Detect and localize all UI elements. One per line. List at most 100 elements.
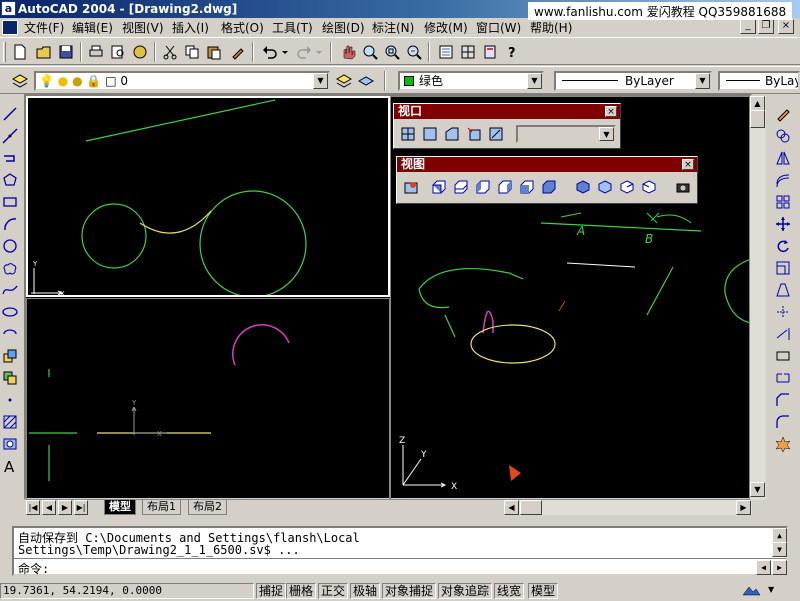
- undo-dropdown-icon[interactable]: [280, 42, 290, 62]
- restore-button[interactable]: ❐: [758, 19, 774, 34]
- arc-icon[interactable]: [0, 214, 20, 234]
- layer-combo[interactable]: 💡 ● ● 🔒 □ 0 ▼: [34, 71, 330, 91]
- scale-icon[interactable]: [773, 258, 793, 278]
- last-tab-icon[interactable]: ▶|: [74, 500, 88, 515]
- otrack-toggle[interactable]: 对象追踪: [438, 583, 493, 599]
- menu-view[interactable]: 视图(V): [122, 19, 164, 36]
- extend-icon[interactable]: [773, 324, 793, 344]
- back-view-icon[interactable]: [539, 177, 559, 197]
- copy-icon[interactable]: [182, 42, 202, 62]
- view-toolbar-close-button[interactable]: ×: [682, 159, 694, 170]
- viewports-toolbar[interactable]: 视口 × ▼: [393, 103, 621, 149]
- layer-previous-icon[interactable]: [356, 71, 376, 91]
- first-tab-icon[interactable]: |◀: [26, 500, 40, 515]
- construction-line-icon[interactable]: [0, 126, 20, 146]
- revision-cloud-icon[interactable]: [0, 258, 20, 278]
- insert-block-icon[interactable]: [0, 346, 20, 366]
- properties-icon[interactable]: [436, 42, 456, 62]
- design-center-icon[interactable]: [458, 42, 478, 62]
- viewport-bottom-left[interactable]: Y X: [26, 298, 390, 500]
- polar-toggle[interactable]: 极轴: [350, 583, 381, 599]
- minimize-button[interactable]: _: [740, 19, 756, 34]
- trim-icon[interactable]: [773, 302, 793, 322]
- polygonal-viewport-icon[interactable]: [442, 124, 462, 144]
- move-icon[interactable]: [773, 214, 793, 234]
- redo-icon[interactable]: [294, 42, 314, 62]
- single-viewport-icon[interactable]: [420, 124, 440, 144]
- layer-manager-icon[interactable]: [10, 71, 30, 91]
- cut-icon[interactable]: [160, 42, 180, 62]
- nw-isometric-view-icon[interactable]: [639, 177, 659, 197]
- command-prompt[interactable]: 命令:: [18, 560, 49, 577]
- paste-icon[interactable]: [204, 42, 224, 62]
- color-control-combo[interactable]: 绿色 ▼: [398, 71, 544, 91]
- top-view-icon[interactable]: [429, 177, 449, 197]
- named-views-icon[interactable]: [401, 177, 421, 197]
- document-icon[interactable]: [2, 20, 18, 35]
- chamfer-icon[interactable]: [773, 390, 793, 410]
- osnap-toggle[interactable]: 对象捕捉: [382, 583, 437, 599]
- command-scroll-up-icon[interactable]: ▲: [772, 528, 787, 543]
- chevron-down-icon[interactable]: ▼: [313, 73, 328, 89]
- new-file-icon[interactable]: [10, 42, 30, 62]
- bottom-view-icon[interactable]: [451, 177, 471, 197]
- break-at-point-icon[interactable]: [773, 346, 793, 366]
- clip-existing-viewport-icon[interactable]: [486, 124, 506, 144]
- lineweight-toggle[interactable]: 线宽: [494, 583, 525, 599]
- right-view-icon[interactable]: [495, 177, 515, 197]
- mirror-icon[interactable]: [773, 148, 793, 168]
- tab-model[interactable]: 模型: [104, 500, 136, 515]
- undo-icon[interactable]: [260, 42, 280, 62]
- autocad-app-icon[interactable]: a: [1, 1, 16, 16]
- viewports-toolbar-close-button[interactable]: ×: [605, 106, 617, 117]
- menu-format[interactable]: 格式(O): [221, 19, 264, 36]
- scroll-up-icon[interactable]: ▲: [750, 96, 765, 111]
- make-object-layer-current-icon[interactable]: [334, 71, 354, 91]
- save-icon[interactable]: [56, 42, 76, 62]
- region-icon[interactable]: [0, 434, 20, 454]
- erase-icon[interactable]: [773, 104, 793, 124]
- tab-layout1[interactable]: 布局1: [142, 500, 181, 515]
- explode-icon[interactable]: [773, 434, 793, 454]
- view-toolbar[interactable]: 视图 ×: [396, 156, 698, 204]
- menu-modify[interactable]: 修改(M): [424, 19, 468, 36]
- help-icon[interactable]: ?: [502, 42, 522, 62]
- close-button[interactable]: ×: [778, 19, 794, 34]
- coordinate-display[interactable]: 19.7361, 54.2194, 0.0000: [0, 583, 254, 599]
- tool-palettes-icon[interactable]: [480, 42, 500, 62]
- convert-object-to-viewport-icon[interactable]: [464, 124, 484, 144]
- model-toggle[interactable]: 模型: [528, 583, 559, 599]
- copy-object-icon[interactable]: [773, 126, 793, 146]
- redo-dropdown-icon[interactable]: [314, 42, 324, 62]
- pan-realtime-icon[interactable]: [338, 42, 358, 62]
- fillet-icon[interactable]: [773, 412, 793, 432]
- point-icon[interactable]: [0, 390, 20, 410]
- ellipse-arc-icon[interactable]: [0, 324, 20, 344]
- chevron-down-icon[interactable]: ▼: [695, 73, 710, 89]
- menu-file[interactable]: 文件(F): [24, 19, 64, 36]
- tab-layout2[interactable]: 布局2: [188, 500, 227, 515]
- menu-insert[interactable]: 插入(I): [172, 19, 209, 36]
- scroll-thumb[interactable]: [750, 110, 765, 128]
- ellipse-icon[interactable]: [0, 302, 20, 322]
- scroll-right-icon[interactable]: ▶: [736, 500, 751, 515]
- viewport-top-left[interactable]: Y X: [26, 96, 390, 297]
- grid-toggle[interactable]: 栅格: [286, 583, 317, 599]
- menu-edit[interactable]: 编辑(E): [72, 19, 113, 36]
- chevron-down-icon[interactable]: ▼: [527, 73, 542, 89]
- lineweight-control-combo[interactable]: ByLay: [718, 71, 800, 91]
- match-properties-icon[interactable]: [228, 42, 248, 62]
- snap-toggle[interactable]: 捕捉: [256, 583, 287, 599]
- polyline-icon[interactable]: [0, 148, 20, 168]
- front-view-icon[interactable]: [517, 177, 537, 197]
- break-icon[interactable]: [773, 368, 793, 388]
- tray-dropdown-icon[interactable]: ▼: [768, 585, 778, 597]
- communication-center-icon[interactable]: [740, 584, 762, 598]
- left-view-icon[interactable]: [473, 177, 493, 197]
- command-scroll-down-icon[interactable]: ▼: [772, 542, 787, 557]
- horizontal-scrollbar[interactable]: ◀ ▶: [504, 500, 752, 515]
- scroll-left-icon[interactable]: ◀: [504, 500, 519, 515]
- print-icon[interactable]: [86, 42, 106, 62]
- array-icon[interactable]: [773, 192, 793, 212]
- viewport-scale-combo[interactable]: ▼: [516, 125, 616, 143]
